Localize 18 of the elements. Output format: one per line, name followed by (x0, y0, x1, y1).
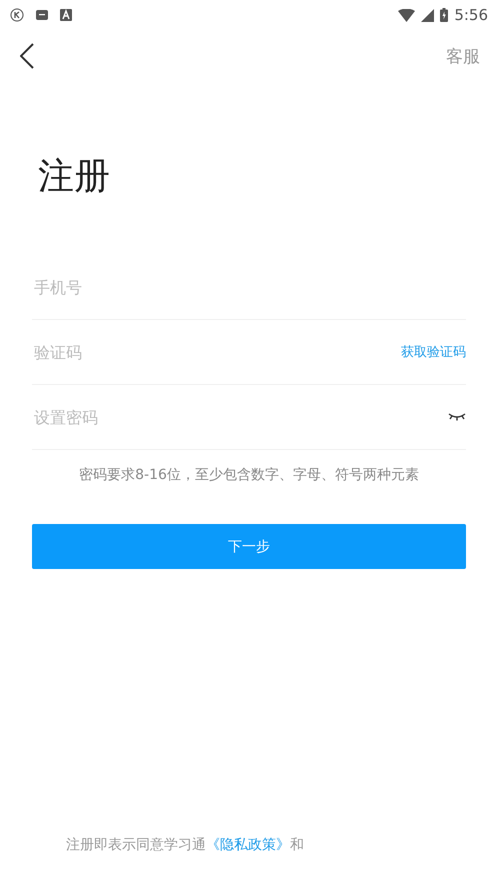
password-field[interactable]: 设置密码 (32, 406, 448, 428)
customer-service-link[interactable]: 客服 (446, 44, 480, 68)
battery-icon (440, 8, 448, 22)
eye-closed-icon[interactable] (448, 413, 466, 421)
privacy-policy-link[interactable]: 《隐私政策》 (206, 836, 290, 854)
signal-icon (421, 8, 434, 22)
code-field[interactable]: 验证码 (32, 342, 401, 362)
next-button[interactable]: 下一步 (32, 524, 466, 569)
get-code-button[interactable]: 获取验证码 (401, 343, 466, 361)
phone-field[interactable]: 手机号 (32, 276, 466, 298)
a-icon (60, 9, 72, 21)
password-hint: 密码要求8-16位，至少包含数字、字母、符号两种元素 (78, 466, 420, 484)
k-icon (10, 8, 24, 22)
agreement-text: 和 (290, 836, 304, 854)
wifi-icon (398, 8, 416, 22)
page-title: 注册 (38, 155, 111, 199)
status-time: 5:56 (454, 6, 488, 24)
agreement-text: 注册即表示同意学习通 (66, 836, 206, 854)
